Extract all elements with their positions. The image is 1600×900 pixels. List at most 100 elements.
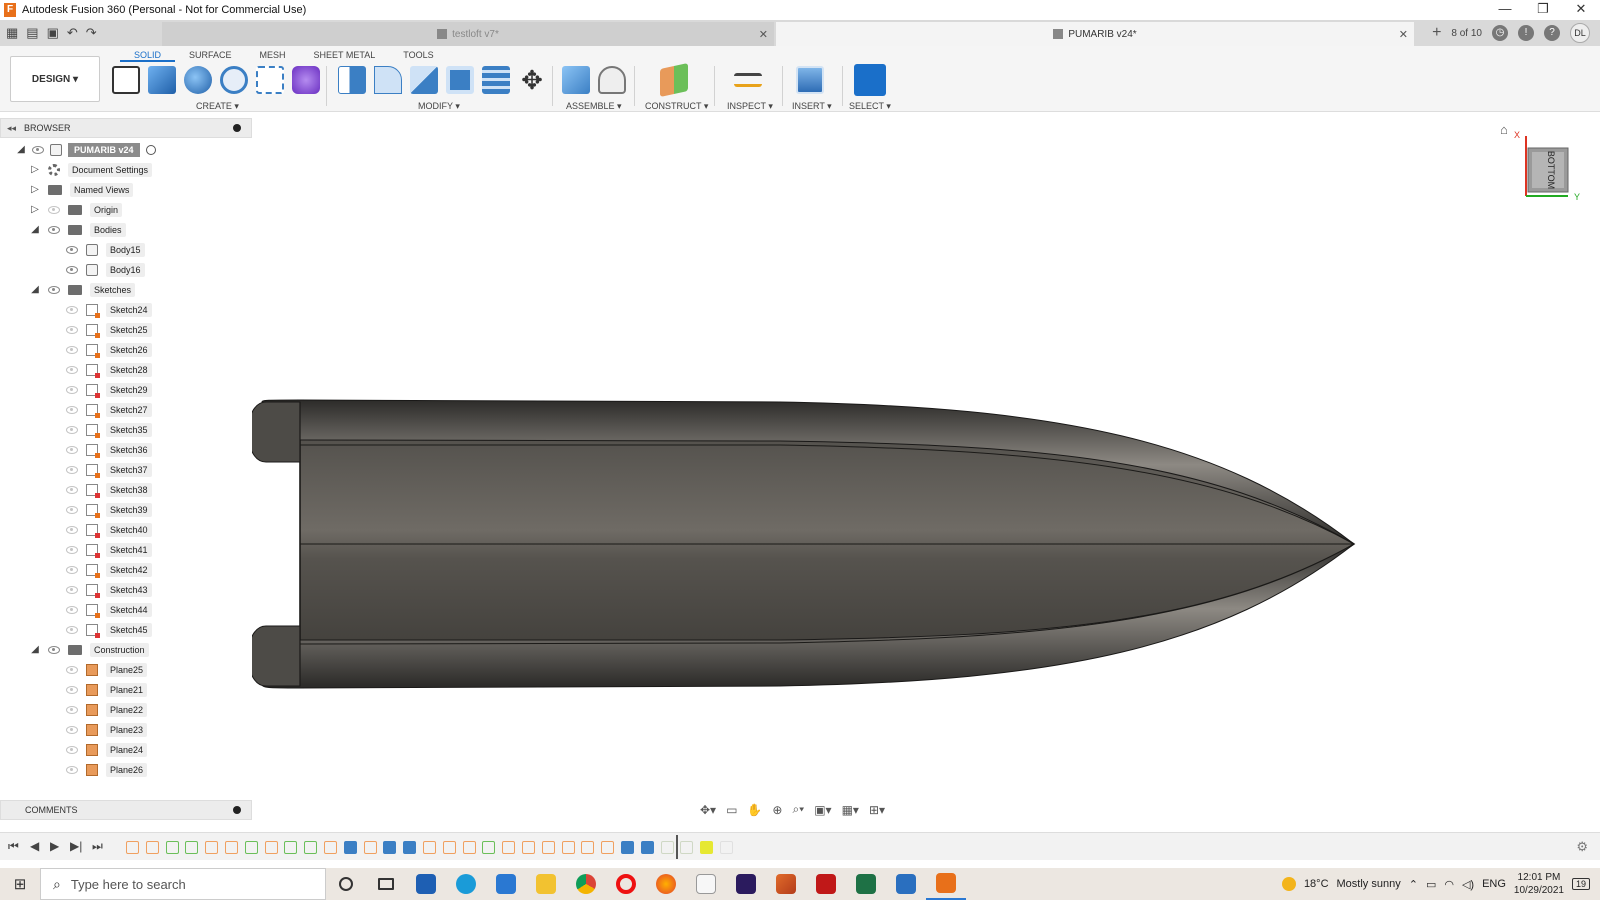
tree-named-views[interactable]: ▷ Named Views [30,181,134,199]
tree-sketch[interactable]: Sketch28 [66,361,152,379]
select-icon[interactable] [854,64,886,96]
timeline-feature-icon[interactable] [403,841,417,854]
viewports-icon[interactable]: ⊞▾ [869,803,885,817]
visibility-icon[interactable] [66,266,78,274]
tree-sketch[interactable]: Sketch40 [66,521,152,539]
new-component-icon[interactable] [562,66,590,94]
select-menu[interactable]: SELECT ▾ [849,101,891,112]
timeline-feature-icon[interactable] [720,841,733,854]
tree-body[interactable]: Body16 [66,261,145,279]
tab-surface[interactable]: SURFACE [175,48,246,62]
tree-sketch[interactable]: Sketch26 [66,341,152,359]
home-view-icon[interactable]: ⌂ [1500,122,1508,137]
collapse-icon[interactable]: ◢ [30,645,40,655]
go-to-start-icon[interactable]: ⏮ [8,839,19,854]
minimize-button[interactable]: — [1486,0,1524,20]
redo-icon[interactable]: ↷ [86,25,97,41]
timeline-feature-icon[interactable] [541,841,555,854]
expand-icon[interactable]: ▷ [30,205,40,215]
joint-icon[interactable] [598,66,626,94]
file-manager-app-icon[interactable] [406,868,446,900]
volume-icon[interactable]: ◁) [1462,878,1474,891]
move-icon[interactable]: ✥ [518,66,546,94]
timeline-feature-icon[interactable] [126,841,139,854]
create-sketch-icon[interactable] [112,66,140,94]
tree-sketch[interactable]: Sketch39 [66,501,152,519]
fillet-icon[interactable] [374,66,402,94]
matlab-icon[interactable] [766,868,806,900]
tab-pumarib[interactable]: PUMARIB v24* ✕ [776,22,1414,46]
timeline-feature-icon[interactable] [304,841,318,854]
extrude-icon[interactable] [148,66,176,94]
task-view-icon[interactable] [366,868,406,900]
tree-plane[interactable]: Plane25 [66,661,148,679]
go-to-end-icon[interactable]: ⏭ [92,839,103,854]
timeline-feature-icon[interactable] [640,841,654,854]
orbit-icon[interactable]: ✥▾ [700,803,716,817]
timeline-feature-icon[interactable] [185,841,199,854]
tree-bodies[interactable]: ◢ Bodies [30,221,126,239]
collapse-browser-icon[interactable]: ◂◂ [7,123,16,134]
visibility-icon[interactable] [66,326,78,334]
insert-menu[interactable]: INSERT ▾ [792,101,832,112]
visibility-icon[interactable] [66,586,78,594]
visibility-icon[interactable] [66,626,78,634]
close-window-button[interactable]: ✕ [1562,0,1600,20]
visibility-icon[interactable] [66,406,78,414]
taskbar-search[interactable]: ⌕ Type here to search [40,868,326,900]
timeline-feature-icon[interactable] [442,841,456,854]
tree-sketch[interactable]: Sketch42 [66,561,152,579]
visibility-icon[interactable] [66,386,78,394]
tree-sketch[interactable]: Sketch41 [66,541,152,559]
visibility-icon[interactable] [48,226,60,234]
tree-plane[interactable]: Plane21 [66,681,148,699]
photos-icon[interactable] [886,868,926,900]
visibility-icon[interactable] [48,646,60,654]
add-comment-icon[interactable] [233,806,241,814]
press-pull-icon[interactable] [338,66,366,94]
tab-mesh[interactable]: MESH [246,48,300,62]
zoom-icon[interactable]: ⊕ [772,803,782,817]
tree-sketch[interactable]: Sketch38 [66,481,152,499]
timeline-feature-icon[interactable] [284,841,298,854]
tree-sketch[interactable]: Sketch36 [66,441,152,459]
visibility-icon[interactable] [66,306,78,314]
tree-sketch[interactable]: Sketch29 [66,381,152,399]
tab-testloft[interactable]: testloft v7* ✕ [162,22,774,46]
shell-icon[interactable] [446,66,474,94]
tab-tools[interactable]: TOOLS [389,48,447,62]
avatar[interactable]: DL [1570,23,1590,43]
tab-solid[interactable]: SOLID [120,48,176,62]
offset-plane-icon[interactable] [660,63,688,97]
tree-document-settings[interactable]: ▷ Document Settings [30,161,153,179]
tree-plane[interactable]: Plane23 [66,721,148,739]
tree-sketches[interactable]: ◢ Sketches [30,281,136,299]
timeline-settings-icon[interactable]: ⚙ [1576,839,1588,855]
timeline-feature-icon[interactable] [363,841,377,854]
opera-icon[interactable] [606,868,646,900]
visibility-icon[interactable] [66,446,78,454]
restore-button[interactable]: ❐ [1524,0,1562,20]
timeline-feature-icon[interactable] [244,841,258,854]
network-icon[interactable]: ◠ [1444,878,1454,891]
assemble-menu[interactable]: ASSEMBLE ▾ [566,101,622,112]
timeline-feature-icon[interactable] [561,841,575,854]
mcafee-icon[interactable] [806,868,846,900]
visibility-icon[interactable] [66,506,78,514]
tree-sketch[interactable]: Sketch44 [66,601,152,619]
tree-origin[interactable]: ▷ Origin [30,201,123,219]
save-icon[interactable]: ▣ [47,25,59,41]
create-menu[interactable]: CREATE ▾ [196,101,239,112]
chevron-up-icon[interactable]: ⌃ [1409,878,1418,891]
edge-browser-icon[interactable] [446,868,486,900]
fusion-taskbar-icon[interactable] [926,868,966,900]
excel-icon[interactable] [846,868,886,900]
weather-text[interactable]: Mostly sunny [1337,878,1401,890]
canvas-viewport[interactable] [247,112,1600,818]
pattern-icon[interactable] [256,66,284,94]
collapse-icon[interactable]: ◢ [30,225,40,235]
visibility-icon[interactable] [66,566,78,574]
visibility-icon[interactable] [66,526,78,534]
visibility-icon[interactable] [66,486,78,494]
play-icon[interactable]: ▶ [50,839,59,853]
